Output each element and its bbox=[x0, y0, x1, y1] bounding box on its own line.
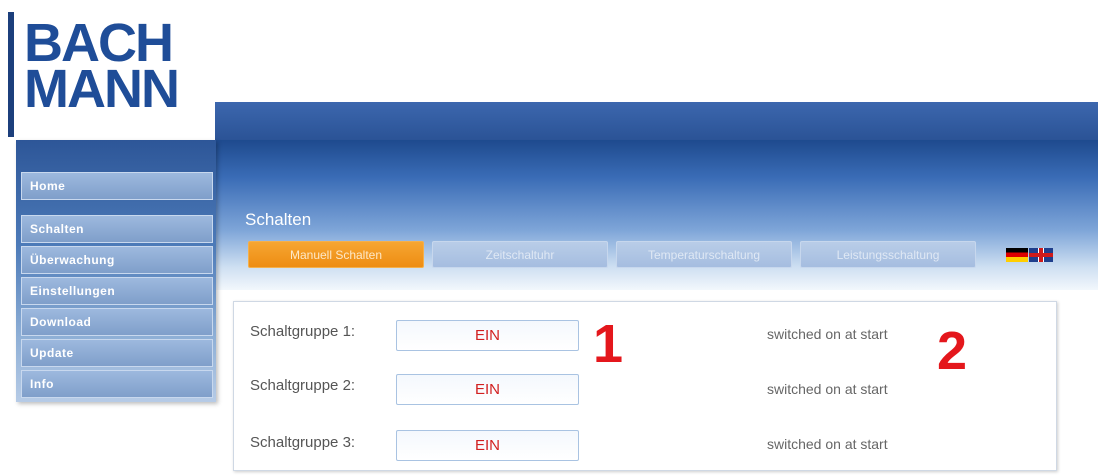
tab-temperaturschaltung[interactable]: Temperaturschaltung bbox=[616, 241, 792, 268]
group-2-status: switched on at start bbox=[767, 381, 888, 397]
group-1-label: Schaltgruppe 1: bbox=[250, 323, 356, 340]
switch-groups-panel bbox=[233, 301, 1057, 471]
sidebar-item-home[interactable]: Home bbox=[21, 172, 213, 200]
tab-zeitschaltuhr[interactable]: Zeitschaltuhr bbox=[432, 241, 608, 268]
sidebar-item-ueberwachung[interactable]: Überwachung bbox=[21, 246, 213, 274]
group-1-status: switched on at start bbox=[767, 326, 888, 342]
page-title: Schalten bbox=[245, 210, 312, 229]
group-1-ein-button[interactable]: EIN bbox=[396, 320, 579, 351]
sidebar-nav: Home Schalten Überwachung Einstellungen … bbox=[16, 140, 216, 402]
annotation-1: 1 bbox=[593, 314, 624, 374]
sidebar-item-download[interactable]: Download bbox=[21, 308, 213, 336]
logo-text: BACH MANN bbox=[24, 16, 180, 119]
german-flag-icon[interactable] bbox=[1006, 248, 1028, 262]
language-selector bbox=[1006, 248, 1056, 262]
sidebar-item-info[interactable]: Info bbox=[21, 370, 213, 398]
logo-accent-bar bbox=[8, 12, 14, 137]
group-2-ein-button[interactable]: EIN bbox=[396, 374, 579, 405]
tab-manuell-schalten[interactable]: Manuell Schalten bbox=[248, 241, 424, 268]
logo-line-2: MANN bbox=[24, 59, 180, 119]
sidebar-item-update[interactable]: Update bbox=[21, 339, 213, 367]
sidebar-item-einstellungen[interactable]: Einstellungen bbox=[21, 277, 213, 305]
group-3-status: switched on at start bbox=[767, 436, 888, 452]
group-2-label: Schaltgruppe 2: bbox=[250, 377, 356, 394]
group-3-label: Schaltgruppe 3: bbox=[250, 434, 356, 451]
english-flag-icon[interactable] bbox=[1029, 248, 1053, 262]
group-3-ein-button[interactable]: EIN bbox=[396, 430, 579, 461]
annotation-2: 2 bbox=[937, 321, 968, 381]
header-top-band bbox=[215, 102, 1098, 140]
sidebar-item-schalten[interactable]: Schalten bbox=[21, 215, 213, 243]
tab-leistungsschaltung[interactable]: Leistungsschaltung bbox=[800, 241, 976, 268]
bachmann-logo: BACH MANN bbox=[24, 16, 209, 130]
